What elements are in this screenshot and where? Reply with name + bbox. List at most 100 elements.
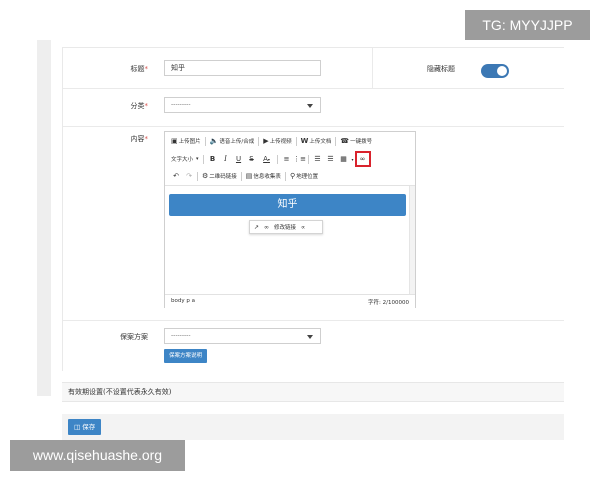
required-mark: * bbox=[144, 65, 149, 73]
phone-icon: ☎ bbox=[340, 137, 350, 145]
info-collect-button[interactable]: ▤ 信息收集表 bbox=[246, 172, 281, 180]
scheme-help-button[interactable]: 保案方案说明 bbox=[164, 349, 208, 363]
link-popup: ↗ ∞ 修改链接 ∝ bbox=[249, 220, 323, 234]
char-count: 字符: 2/100000 bbox=[368, 300, 409, 306]
scheme-select[interactable]: --------- bbox=[164, 328, 321, 344]
qr-link-button[interactable]: ⚙ 二维码链接 bbox=[202, 172, 237, 180]
category-select[interactable]: --------- bbox=[164, 97, 321, 113]
content-label: 内容* bbox=[68, 134, 149, 144]
unlink-icon[interactable]: ∝ bbox=[301, 224, 305, 231]
upload-doc-label: 上传文档 bbox=[309, 139, 332, 145]
toggle-knob bbox=[497, 66, 507, 76]
scheme-label: 保案方案 bbox=[120, 333, 148, 341]
open-link-icon[interactable]: ↗ bbox=[254, 224, 259, 231]
save-button[interactable]: ◫ 保存 bbox=[68, 419, 102, 435]
hide-title-label: 隐藏标题 bbox=[427, 65, 455, 73]
toolbar-separator bbox=[284, 171, 286, 181]
voice-upload-label: 语音上传/合成 bbox=[219, 139, 255, 145]
form-icon: ▤ bbox=[245, 172, 253, 180]
column-divider bbox=[372, 48, 373, 88]
align-center-icon[interactable]: ☰ bbox=[326, 154, 336, 164]
toolbar-separator bbox=[204, 136, 206, 146]
speaker-icon: 🔈 bbox=[209, 137, 219, 145]
title-label: 标题* bbox=[68, 64, 149, 74]
hide-title-toggle[interactable] bbox=[481, 64, 509, 78]
font-color-button[interactable]: A ▾ bbox=[260, 154, 274, 164]
watermark-url: www.qisehuashe.org bbox=[10, 440, 185, 471]
map-pin-icon: ⚲ bbox=[289, 172, 296, 180]
info-collect-label: 信息收集表 bbox=[253, 174, 281, 180]
location-button[interactable]: ⚲ 地理位置 bbox=[290, 172, 318, 180]
title-label-text: 标题 bbox=[130, 65, 145, 73]
unordered-list-icon[interactable]: ⋮≡ bbox=[293, 154, 306, 164]
content-link-block[interactable]: 知乎 bbox=[169, 194, 406, 216]
ordered-list-icon[interactable]: ≡ bbox=[282, 154, 292, 164]
strikethrough-button[interactable]: S bbox=[247, 154, 257, 164]
edit-link-button[interactable]: 修改链接 bbox=[274, 223, 296, 231]
scheme-select-value: --------- bbox=[171, 332, 191, 339]
chevron-down-icon: ▾ bbox=[196, 156, 199, 162]
toolbar-separator bbox=[202, 154, 204, 164]
toolbar-separator bbox=[276, 154, 278, 164]
editor-content-area[interactable]: 知乎 ↗ ∞ 修改链接 ∝ bbox=[165, 186, 415, 294]
rich-text-editor: ▣ 上传图片 🔈 语音上传/合成 ▶ 上传视频 W 上传文档 ☎ 一键拨号 文字大小 ▾ B… bbox=[164, 131, 416, 308]
left-strip bbox=[37, 40, 51, 396]
category-label: 分类* bbox=[68, 101, 149, 111]
undo-icon[interactable]: ↶ bbox=[171, 171, 181, 181]
element-path: body p a bbox=[171, 298, 195, 304]
qr-link-label: 二维码链接 bbox=[209, 174, 237, 180]
video-icon: ▶ bbox=[263, 137, 269, 145]
chevron-down-icon: ▾ bbox=[267, 156, 270, 162]
link-icon[interactable]: ∞ bbox=[354, 151, 371, 167]
row-divider bbox=[63, 126, 564, 127]
align-left-icon[interactable]: ☰ bbox=[313, 154, 323, 164]
one-key-dial-button[interactable]: ☎ 一键拨号 bbox=[340, 137, 372, 145]
toolbar-row-1: ▣ 上传图片 🔈 语音上传/合成 ▶ 上传视频 W 上传文档 ☎ 一键拨号 bbox=[171, 135, 376, 147]
category-label-text: 分类 bbox=[130, 102, 145, 110]
italic-button[interactable]: I bbox=[221, 154, 231, 164]
toolbar-separator bbox=[197, 171, 198, 181]
chevron-down-icon bbox=[307, 335, 313, 339]
upload-video-button[interactable]: ▶ 上传视频 bbox=[263, 137, 291, 145]
row-divider bbox=[63, 320, 564, 321]
editor-scrollbar[interactable] bbox=[409, 186, 415, 294]
upload-image-label: 上传图片 bbox=[178, 139, 201, 145]
redo-icon[interactable]: ↷ bbox=[184, 171, 194, 181]
save-label: 保存 bbox=[82, 423, 96, 431]
qr-link-icon: ⚙ bbox=[202, 172, 209, 180]
chevron-down-icon bbox=[307, 104, 313, 108]
title-input[interactable] bbox=[164, 60, 321, 76]
one-key-dial-label: 一键拨号 bbox=[350, 139, 373, 145]
chevron-down-icon: ▾ bbox=[351, 156, 354, 162]
editor-statusbar: body p a 字符: 2/100000 bbox=[165, 294, 415, 308]
row-divider bbox=[63, 88, 564, 89]
font-size-label: 文字大小 bbox=[171, 157, 194, 163]
toolbar-separator bbox=[258, 136, 260, 146]
toolbar-separator bbox=[307, 154, 309, 164]
toolbar-separator bbox=[295, 136, 297, 146]
upload-doc-button[interactable]: W 上传文档 bbox=[301, 137, 332, 145]
location-label: 地理位置 bbox=[296, 174, 319, 180]
toolbar-row-3: ↶ ↷ ⚙ 二维码链接 ▤ 信息收集表 ⚲ 地理位置 bbox=[171, 170, 322, 182]
table-icon[interactable]: ▦ bbox=[339, 154, 349, 164]
form-card: 标题* 隐藏标题 分类* --------- 内容* ▣上传图片 🔈语音上传/合… bbox=[62, 47, 564, 371]
upload-video-label: 上传视频 bbox=[269, 139, 292, 145]
bold-button[interactable]: B bbox=[208, 154, 218, 164]
word-doc-icon: W bbox=[300, 137, 309, 145]
validity-section-header[interactable]: 有效期设置(不设置代表永久有效) bbox=[62, 382, 564, 402]
toolbar-row-2: 文字大小 ▾ B I U S A ▾ ≡ ⋮≡ ☰ ☰ ▦ ▾ ∞ bbox=[171, 151, 371, 167]
editor-toolbar: ▣ 上传图片 🔈 语音上传/合成 ▶ 上传视频 W 上传文档 ☎ 一键拨号 文字大小 ▾ B… bbox=[165, 132, 415, 186]
required-mark: * bbox=[144, 102, 149, 110]
image-icon: ▣ bbox=[171, 137, 178, 145]
underline-button[interactable]: U bbox=[234, 154, 244, 164]
content-label-text: 内容 bbox=[130, 135, 145, 143]
watermark-tg: TG: MYYJJPP bbox=[465, 10, 590, 40]
required-mark: * bbox=[144, 135, 149, 143]
category-select-value: --------- bbox=[171, 101, 191, 108]
upload-image-button[interactable]: ▣ 上传图片 bbox=[171, 137, 201, 145]
toolbar-separator bbox=[240, 171, 242, 181]
toolbar-separator bbox=[335, 136, 337, 146]
link-icon: ∞ bbox=[264, 223, 270, 231]
voice-upload-button[interactable]: 🔈 语音上传/合成 bbox=[210, 137, 255, 145]
font-size-dropdown[interactable]: 文字大小 ▾ bbox=[171, 155, 199, 163]
